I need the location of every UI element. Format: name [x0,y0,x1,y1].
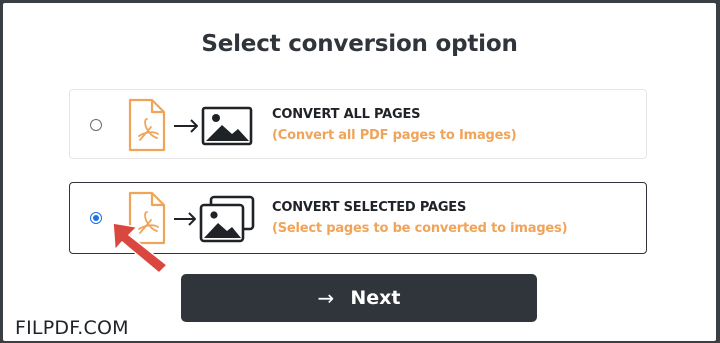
pointer-arrow-icon [112,222,168,274]
arrow-right-icon: → [317,286,335,310]
option-title: CONVERT SELECTED PAGES [272,200,467,215]
conversion-dialog: Select conversion option CONVERT ALL PAG… [3,3,716,341]
next-button[interactable]: → Next [181,274,537,322]
option-convert-all-pages[interactable]: CONVERT ALL PAGES (Convert all PDF pages… [69,89,647,159]
option-subtitle: (Convert all PDF pages to Images) [272,128,517,143]
pdf-to-image-icon [128,98,253,152]
dialog-title: Select conversion option [201,31,518,57]
radio-convert-selected-pages[interactable] [90,212,102,224]
option-title: CONVERT ALL PAGES [272,107,421,122]
next-button-label: Next [350,287,401,309]
watermark: FILPDF.COM [15,317,129,339]
radio-convert-all-pages[interactable] [90,119,102,131]
option-subtitle: (Select pages to be converted to images) [272,221,568,236]
